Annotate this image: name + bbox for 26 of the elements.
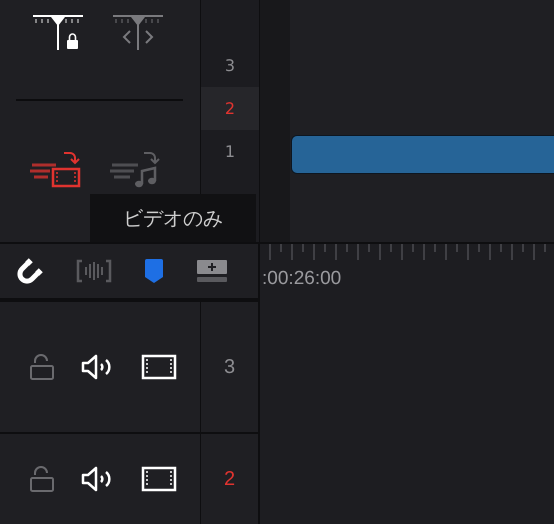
track-number[interactable]: 1 bbox=[201, 130, 259, 173]
position-lock-button[interactable] bbox=[32, 14, 84, 52]
timeline-clip[interactable] bbox=[291, 135, 554, 174]
audio-only-button[interactable] bbox=[108, 151, 162, 189]
tooltip: ビデオのみ bbox=[90, 194, 256, 242]
track-number[interactable]: 2 bbox=[201, 432, 260, 524]
marker-flag-icon bbox=[142, 258, 166, 284]
film-icon[interactable] bbox=[141, 354, 177, 380]
marker-button[interactable] bbox=[142, 258, 166, 284]
film-icon[interactable] bbox=[141, 466, 177, 492]
track-number[interactable]: 3 bbox=[201, 300, 260, 432]
timecode: :00:26:00 bbox=[262, 268, 342, 290]
waveform-icon bbox=[76, 259, 112, 283]
track-number[interactable]: 2 bbox=[201, 87, 259, 130]
track-number[interactable]: 3 bbox=[201, 44, 259, 87]
playhead-lock-icon bbox=[32, 14, 84, 52]
audio-scrub-button[interactable] bbox=[76, 259, 112, 283]
lock-icon[interactable] bbox=[29, 354, 55, 380]
add-track-icon bbox=[196, 259, 228, 283]
trim-button[interactable] bbox=[112, 14, 164, 52]
insert-music-icon bbox=[108, 151, 162, 189]
trim-icon bbox=[112, 14, 164, 52]
insert-film-icon bbox=[28, 151, 82, 189]
lock-icon[interactable] bbox=[29, 466, 55, 492]
add-track-button[interactable] bbox=[196, 259, 228, 283]
video-only-button[interactable] bbox=[28, 151, 82, 189]
